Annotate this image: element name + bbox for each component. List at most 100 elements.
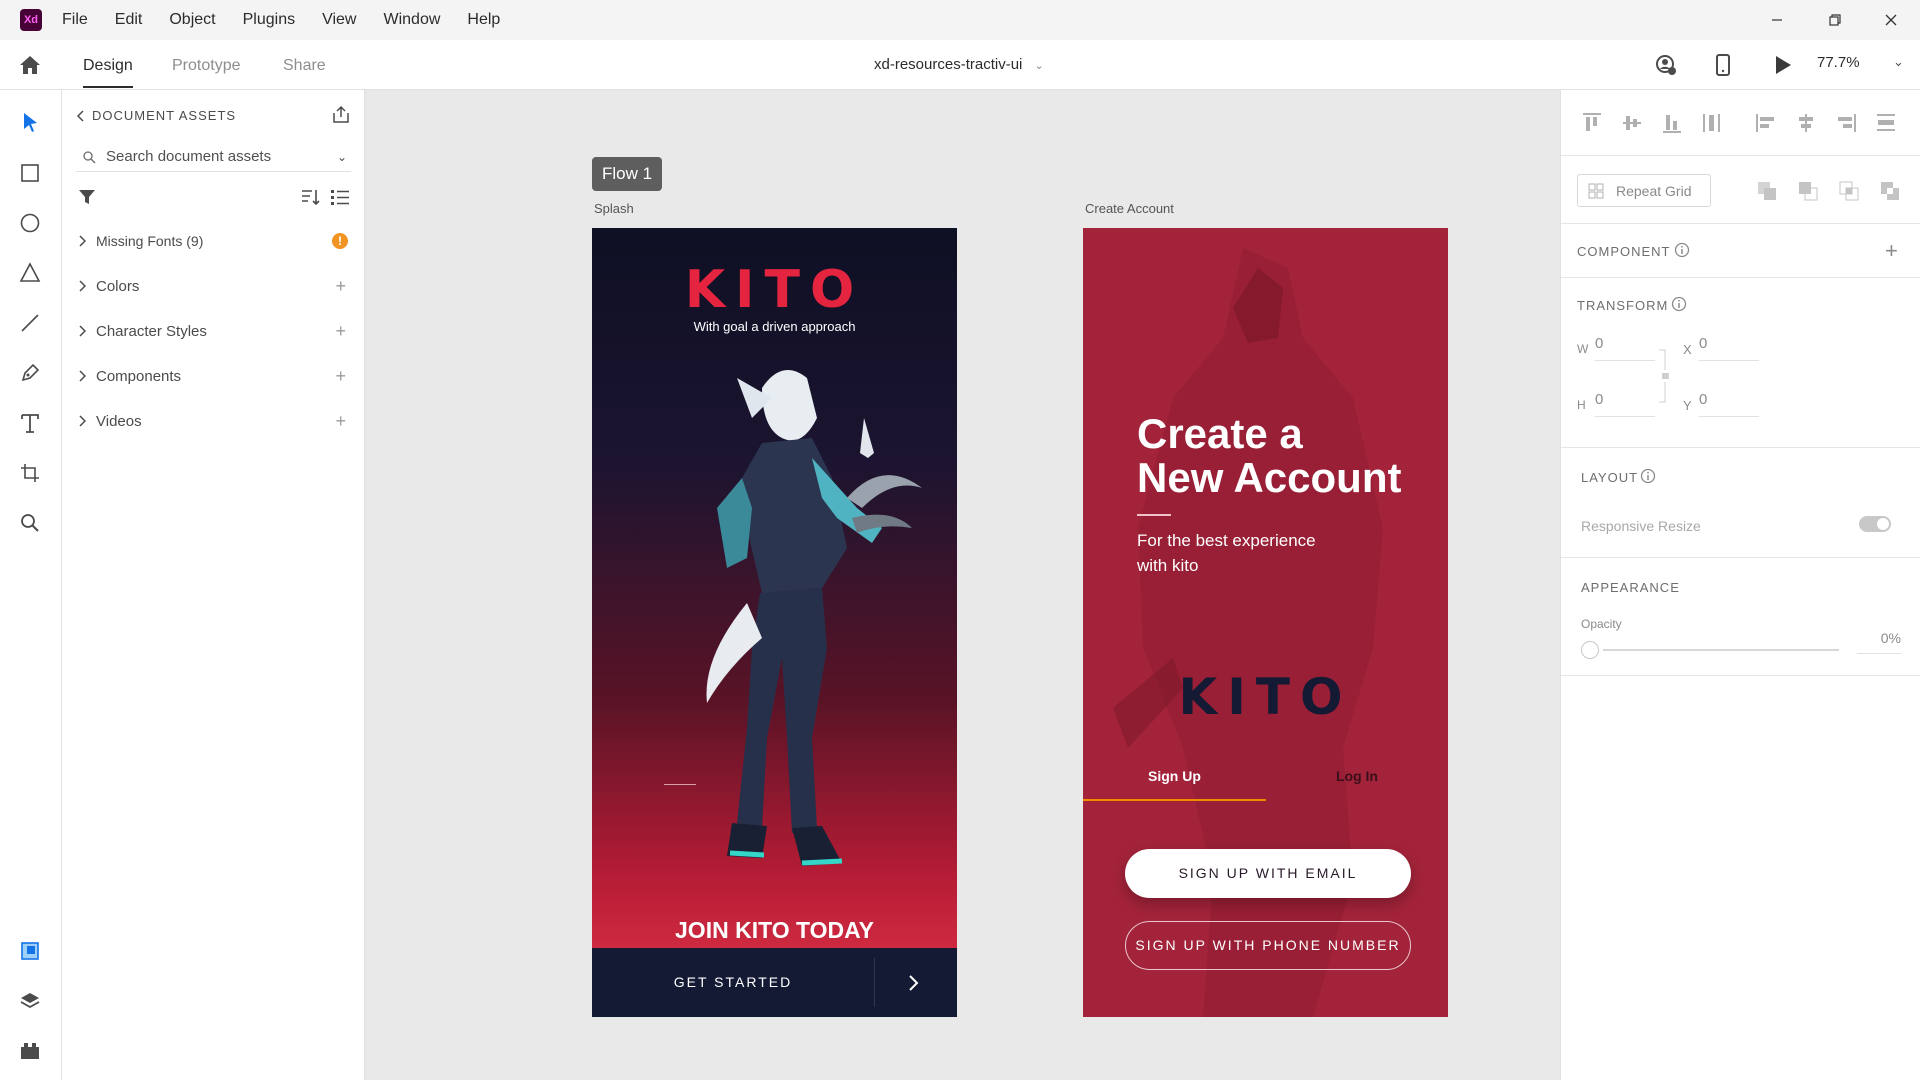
- artboard-name-create-account[interactable]: Create Account: [1085, 201, 1174, 216]
- restore-button[interactable]: [1806, 0, 1864, 40]
- tab-design[interactable]: Design: [83, 40, 133, 90]
- exclude-boolean-icon[interactable]: [1879, 180, 1901, 202]
- subtract-boolean-icon[interactable]: [1797, 180, 1819, 202]
- add-character-style-icon[interactable]: +: [335, 319, 346, 343]
- lock-aspect-icon[interactable]: [1657, 348, 1671, 404]
- layers-panel-button[interactable]: [15, 986, 45, 1016]
- add-component-icon[interactable]: +: [1885, 238, 1898, 264]
- opacity-field[interactable]: 0%: [1857, 630, 1901, 654]
- height-field[interactable]: 0: [1595, 391, 1655, 417]
- info-icon[interactable]: [1640, 468, 1656, 484]
- opacity-slider-track[interactable]: [1603, 649, 1839, 651]
- line-tool[interactable]: [15, 308, 45, 338]
- rectangle-tool[interactable]: [15, 158, 45, 188]
- splash-artboard[interactable]: KITO With goal a driven approach JOIN KI…: [592, 228, 957, 1017]
- menu-edit[interactable]: Edit: [115, 0, 143, 40]
- intersect-boolean-icon[interactable]: [1838, 180, 1860, 202]
- menu-object[interactable]: Object: [169, 0, 215, 40]
- character-silhouette-background: [1113, 248, 1383, 1017]
- account-share-button[interactable]: [1655, 54, 1677, 76]
- character-styles-row[interactable]: Character Styles: [78, 319, 348, 343]
- list-view-icon: [331, 190, 349, 205]
- filter-button[interactable]: [78, 188, 96, 206]
- y-label: Y: [1683, 398, 1692, 413]
- select-tool[interactable]: [15, 107, 45, 137]
- device-preview-button[interactable]: [1715, 53, 1731, 77]
- add-video-icon[interactable]: +: [335, 409, 346, 433]
- x-field[interactable]: 0: [1699, 335, 1759, 361]
- cta-divider: [874, 958, 875, 1007]
- polygon-tool[interactable]: [15, 258, 45, 288]
- align-center-icon[interactable]: [1795, 112, 1817, 134]
- home-button[interactable]: [18, 54, 42, 76]
- assets-panel-button[interactable]: [15, 936, 45, 966]
- align-top-icon[interactable]: [1581, 112, 1603, 134]
- sign-up-email-button[interactable]: SIGN UP WITH EMAIL: [1125, 849, 1411, 898]
- info-icon[interactable]: [1671, 296, 1687, 312]
- document-title[interactable]: xd-resources-tractiv-ui ⌄: [874, 40, 1044, 91]
- width-label: W: [1577, 342, 1589, 356]
- sort-icon: [302, 190, 320, 206]
- create-title-line1: Create a: [1137, 410, 1303, 457]
- components-row[interactable]: Components: [78, 364, 348, 388]
- align-middle-icon[interactable]: [1621, 112, 1643, 134]
- minimize-button[interactable]: [1748, 0, 1806, 40]
- menu-help[interactable]: Help: [467, 0, 500, 40]
- add-color-icon[interactable]: +: [335, 274, 346, 298]
- zoom-tool[interactable]: [15, 508, 45, 538]
- menu-plugins[interactable]: Plugins: [243, 0, 295, 40]
- close-button[interactable]: [1862, 0, 1920, 40]
- y-field[interactable]: 0: [1699, 391, 1759, 417]
- tab-share[interactable]: Share: [283, 40, 326, 90]
- search-assets-field[interactable]: Search document assets ⌄: [76, 142, 351, 172]
- list-view-button[interactable]: [330, 188, 350, 206]
- export-assets-button[interactable]: [331, 105, 351, 125]
- title-underline: [1137, 514, 1171, 516]
- assets-back-button[interactable]: DOCUMENT ASSETS: [76, 108, 236, 123]
- chevron-right-icon: [79, 280, 86, 292]
- menu-view[interactable]: View: [322, 0, 356, 40]
- design-canvas[interactable]: Flow 1 Splash Create Account KITO With g…: [366, 90, 1560, 1080]
- desktop-preview-button[interactable]: [1774, 55, 1792, 75]
- width-field[interactable]: 0: [1595, 335, 1655, 361]
- responsive-resize-toggle[interactable]: [1859, 516, 1891, 532]
- distribute-vertical-icon[interactable]: [1701, 112, 1723, 134]
- info-icon[interactable]: [1674, 242, 1690, 258]
- pen-tool[interactable]: [15, 358, 45, 388]
- ellipse-tool[interactable]: [15, 208, 45, 238]
- artboard-icon: [21, 464, 39, 482]
- colors-row[interactable]: Colors: [78, 274, 348, 298]
- repeat-grid-icon: [1588, 183, 1604, 198]
- chevron-down-icon[interactable]: ⌄: [337, 150, 347, 164]
- add-boolean-icon[interactable]: [1756, 180, 1778, 202]
- text-tool[interactable]: [15, 408, 45, 438]
- artboard-tool[interactable]: [15, 458, 45, 488]
- plugins-panel-button[interactable]: [15, 1036, 45, 1066]
- add-component-icon[interactable]: +: [335, 364, 346, 388]
- tab-sign-up[interactable]: Sign Up: [1148, 768, 1201, 784]
- zoom-level[interactable]: 77.7%: [1817, 54, 1860, 71]
- distribute-horizontal-icon[interactable]: [1875, 112, 1897, 134]
- layers-icon: [20, 993, 40, 1009]
- zoom-chevron-down-icon[interactable]: ⌄: [1893, 54, 1904, 70]
- menu-file[interactable]: File: [62, 0, 88, 40]
- sort-button[interactable]: [301, 188, 321, 206]
- search-icon: [21, 514, 39, 532]
- sign-up-phone-button[interactable]: SIGN UP WITH PHONE NUMBER: [1125, 921, 1411, 970]
- align-bottom-icon[interactable]: [1661, 112, 1683, 134]
- align-right-icon[interactable]: [1835, 112, 1857, 134]
- create-account-artboard[interactable]: Create a New Account For the best experi…: [1083, 228, 1448, 1017]
- opacity-slider-handle[interactable]: [1581, 641, 1599, 659]
- splash-tagline: With goal a driven approach: [693, 319, 856, 334]
- tab-log-in[interactable]: Log In: [1336, 768, 1378, 784]
- filter-icon: [79, 190, 95, 204]
- videos-row[interactable]: Videos: [78, 409, 348, 433]
- menu-window[interactable]: Window: [383, 0, 440, 40]
- flow-label[interactable]: Flow 1: [592, 157, 663, 191]
- tab-prototype[interactable]: Prototype: [172, 40, 240, 90]
- align-left-icon[interactable]: [1755, 112, 1777, 134]
- artboard-name-splash[interactable]: Splash: [594, 201, 634, 216]
- missing-fonts-row[interactable]: Missing Fonts (9) !: [78, 229, 348, 253]
- repeat-grid-button[interactable]: Repeat Grid: [1577, 174, 1711, 207]
- get-started-bar[interactable]: GET STARTED: [592, 948, 957, 1017]
